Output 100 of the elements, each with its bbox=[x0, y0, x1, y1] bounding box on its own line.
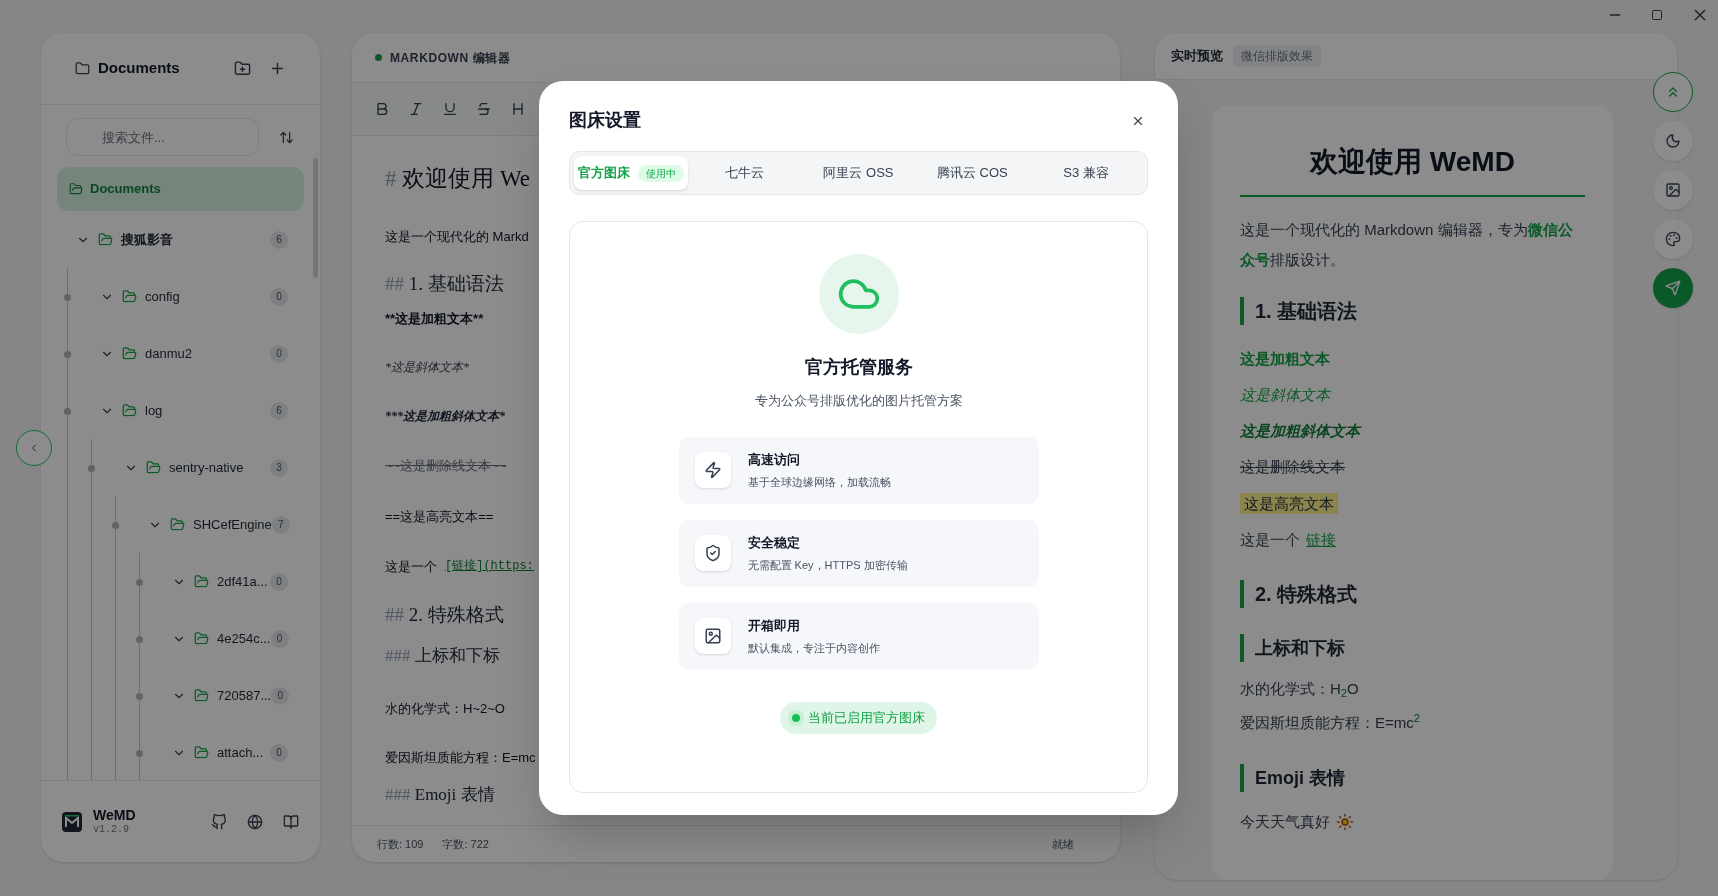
service-title: 官方托管服务 bbox=[804, 356, 913, 379]
feature-title: 开箱即用 bbox=[747, 617, 801, 635]
provider-tab[interactable]: 腾讯云 COS bbox=[915, 156, 1030, 190]
folder-icon bbox=[122, 289, 137, 304]
item-count: 0 bbox=[270, 572, 288, 591]
dialog-title: 图床设置 bbox=[569, 109, 641, 132]
tree-item[interactable]: config 0 bbox=[100, 268, 302, 325]
line-count: 行数: 109 bbox=[377, 836, 424, 852]
item-count: 0 bbox=[270, 743, 288, 762]
folder-icon bbox=[98, 232, 113, 247]
editor-heading: ## 2. 特殊格式 bbox=[385, 602, 504, 627]
book-icon[interactable] bbox=[283, 813, 299, 830]
provider-tab[interactable]: 官方图床 使用中 bbox=[574, 156, 688, 190]
folder-icon bbox=[146, 460, 161, 475]
editor-title: MARKDOWN 编辑器 bbox=[390, 49, 511, 67]
tree-item[interactable]: danmu2 0 bbox=[100, 325, 302, 382]
strikethrough-icon[interactable] bbox=[476, 101, 492, 117]
service-subtitle: 专为公众号排版优化的图片托管方案 bbox=[754, 392, 963, 410]
shield-icon bbox=[694, 535, 731, 571]
status-text: 当前已启用官方图床 bbox=[808, 708, 925, 727]
globe-icon[interactable] bbox=[247, 813, 263, 830]
preview-title: 欢迎使用 WeMD bbox=[1240, 141, 1585, 197]
scrollbar-thumb[interactable] bbox=[313, 158, 318, 278]
folder-icon bbox=[75, 61, 90, 76]
new-folder-icon[interactable] bbox=[234, 60, 251, 77]
folder-icon bbox=[194, 688, 209, 703]
maximize-icon[interactable] bbox=[1651, 9, 1663, 21]
item-count: 0 bbox=[270, 344, 288, 363]
lightning-icon bbox=[694, 452, 731, 488]
underline-icon[interactable] bbox=[442, 101, 458, 117]
tree-item[interactable]: 搜狐影音 6 bbox=[76, 211, 302, 268]
folder-name: log bbox=[145, 401, 163, 420]
folder-name: 4e254c... bbox=[217, 629, 271, 648]
item-count: 0 bbox=[271, 686, 290, 705]
theme-toggle-button[interactable] bbox=[1653, 121, 1693, 161]
palette-button[interactable] bbox=[1653, 219, 1693, 259]
editor-text: **这是加粗文本** bbox=[385, 309, 484, 328]
folder-name: config bbox=[145, 287, 180, 306]
feature-title: 高速访问 bbox=[747, 451, 801, 469]
editor-text: ~~这是删除线文本~~ bbox=[385, 457, 507, 475]
tree-item[interactable]: log 6 bbox=[100, 382, 302, 439]
item-count: 7 bbox=[271, 515, 290, 534]
image-button[interactable] bbox=[1653, 170, 1693, 210]
feature-description: 默认集成，专注于内容创作 bbox=[747, 640, 880, 656]
editor-heading: ## 1. 基础语法 bbox=[385, 272, 504, 296]
item-count: 6 bbox=[270, 230, 288, 249]
folder-name: attach... bbox=[217, 743, 264, 762]
sort-icon[interactable] bbox=[279, 129, 294, 145]
editor-heading: # 欢迎使用 We bbox=[385, 165, 531, 193]
app-name: WeMD bbox=[93, 806, 136, 824]
folder-icon bbox=[69, 182, 83, 196]
item-count: 0 bbox=[270, 287, 288, 306]
italic-icon[interactable] bbox=[408, 101, 424, 117]
search-field[interactable]: 搜索文件... bbox=[66, 118, 259, 156]
bold-icon[interactable] bbox=[374, 101, 390, 117]
app-logo bbox=[62, 811, 82, 832]
provider-tab[interactable]: 阿里云 OSS bbox=[801, 156, 916, 190]
preview-paragraph: 水的化学式：H$_{2}$O bbox=[1240, 679, 1360, 701]
tree-item[interactable]: attach... 0 bbox=[172, 724, 302, 780]
editor-link[interactable]: [链接](https: bbox=[445, 557, 534, 577]
preview-paragraph: 爱因斯坦质能方程：E=mc$^{2}$ bbox=[1240, 711, 1422, 733]
folder-icon bbox=[194, 574, 209, 589]
heading-icon[interactable] bbox=[510, 101, 526, 117]
app-version: v1.2.9 bbox=[93, 824, 130, 837]
github-icon[interactable] bbox=[211, 813, 227, 830]
preview-text: 这是删除线文本 bbox=[1240, 457, 1346, 477]
preview-text: 今天天气真好 bbox=[1240, 812, 1330, 832]
send-button[interactable] bbox=[1653, 268, 1693, 308]
preview-badge: 微信排版效果 bbox=[1233, 45, 1321, 67]
editor-text: *这是斜体文本* bbox=[385, 359, 469, 376]
editor-text: 水的化学式：H~2~O bbox=[385, 699, 505, 718]
preview-heading: 2. 特殊格式 bbox=[1240, 580, 1585, 608]
tree-item[interactable]: 720587... 0 bbox=[172, 667, 302, 724]
highlighted-text: 这是高亮文本 bbox=[1240, 493, 1338, 514]
folder-icon bbox=[122, 403, 137, 418]
tree-item[interactable]: 4e254c... 0 bbox=[172, 610, 302, 667]
image-icon bbox=[694, 618, 731, 654]
editor-heading: ### Emoji 表情 bbox=[385, 783, 495, 806]
preview-paragraph: 这是一个现代化的 Markdown 编辑器，专为微信公众号排版设计。 bbox=[1240, 220, 1574, 270]
preview-heading: 1. 基础语法 bbox=[1240, 297, 1585, 325]
folder-name: 搜狐影音 bbox=[121, 230, 173, 249]
folder-icon bbox=[122, 346, 137, 361]
provider-tab[interactable]: 七牛云 bbox=[687, 156, 802, 190]
send-icon bbox=[1665, 280, 1681, 296]
preview-header-title: 实时预览 bbox=[1171, 47, 1223, 66]
root-folder[interactable]: Documents bbox=[57, 167, 304, 211]
sidebar-title: Documents bbox=[98, 58, 180, 79]
preview-heading: 上标和下标 bbox=[1240, 634, 1585, 662]
item-count: 3 bbox=[270, 458, 288, 477]
tree-item[interactable]: SHCefEngine 7 bbox=[148, 496, 302, 553]
add-icon[interactable] bbox=[269, 60, 286, 77]
folder-name: 720587... bbox=[217, 686, 272, 705]
tree-item[interactable]: sentry-native 3 bbox=[124, 439, 302, 496]
folder-icon bbox=[170, 517, 185, 532]
preview-text: 这是加粗斜体文本 bbox=[1240, 421, 1363, 441]
provider-tab[interactable]: S3 兼容 bbox=[1029, 156, 1143, 190]
editor-text: 爱因斯坦质能方程：E=mc bbox=[385, 749, 536, 767]
item-count: 0 bbox=[270, 629, 289, 648]
image-icon bbox=[1665, 182, 1681, 198]
tree-item[interactable]: 2df41a... 0 bbox=[172, 553, 302, 610]
